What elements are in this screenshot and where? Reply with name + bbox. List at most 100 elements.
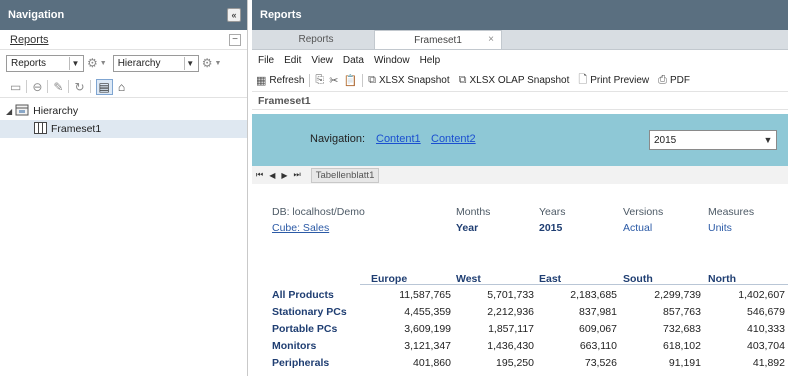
report-view-icon[interactable]: ▤ (95, 78, 113, 95)
cut-icon[interactable]: ✂ (329, 74, 338, 87)
refresh-icon: ▦ (256, 75, 267, 87)
table-cell: 410,333 (747, 323, 785, 335)
frameset-icon (34, 121, 47, 137)
copy-icon[interactable]: ⎘ (315, 74, 324, 87)
table-cell: 5,701,733 (487, 289, 534, 301)
edit-icon[interactable]: ✎ (53, 80, 63, 94)
minimize-section-button[interactable]: − (229, 33, 241, 46)
table-cell: 546,679 (747, 306, 785, 318)
close-icon[interactable]: × (488, 34, 494, 45)
dim-value-years[interactable]: 2015 (539, 222, 562, 234)
navigation-header: Navigation « (0, 0, 247, 30)
hierarchy-select[interactable]: Hierarchy ▼ (112, 54, 199, 72)
table-cell: 11,587,765 (399, 289, 451, 301)
next-sheet-icon[interactable]: ▶ (281, 171, 287, 180)
toolbar-separator (89, 80, 91, 93)
row-label[interactable]: Stationary PCs (272, 306, 347, 318)
content1-link[interactable]: Content1 (376, 133, 421, 145)
menu-edit[interactable]: Edit (284, 55, 301, 66)
xlsx-snapshot-button[interactable]: ⧉ XLSX Snapshot (368, 74, 449, 87)
refresh-icon[interactable]: ↻ (74, 80, 84, 94)
pdf-label: PDF (669, 75, 690, 86)
gear-icon[interactable]: ⚙ (202, 56, 213, 70)
row-label[interactable]: All Products (272, 289, 334, 301)
toolbar-separator (47, 80, 49, 93)
print-preview-icon: 🗋 (578, 74, 588, 86)
tab-label: Frameset1 (414, 34, 462, 46)
last-sheet-icon[interactable]: ⏭ (294, 170, 301, 180)
table-cell: 1,436,430 (487, 340, 534, 352)
table-cell: 663,110 (579, 340, 617, 352)
tree-item-hierarchy[interactable]: ◢ Hierarchy (0, 102, 247, 120)
frame-navigation-label: Navigation: (310, 133, 366, 145)
tree-item-frameset1[interactable]: Frameset1 (0, 120, 247, 138)
header-underline (360, 284, 788, 285)
year-select[interactable]: 2015 ▼ (649, 130, 777, 150)
table-cell: 403,704 (747, 340, 785, 352)
report-toolbar: ▦ Refresh ⎘ ✂ 📋 ⧉ XLSX Snapshot ⧉ XLSX O… (252, 70, 788, 92)
table-cell: 91,191 (668, 357, 701, 369)
delete-icon[interactable]: ⊖ (32, 80, 42, 94)
toolbar-separator (309, 74, 311, 87)
toolbar-separator (68, 80, 70, 93)
content2-link[interactable]: Content2 (431, 133, 476, 145)
reports-title: Reports (260, 9, 302, 21)
cube-link[interactable]: Cube: Sales (272, 222, 329, 234)
table-cell: 401,860 (413, 357, 451, 369)
reports-select-value: Reports (11, 57, 47, 69)
table-cell: 3,121,347 (404, 340, 451, 352)
hierarchy-icon (15, 104, 29, 119)
navigation-selectors: Reports ▼ ⚙ ▼ Hierarchy ▼ ⚙ ▼ (0, 50, 247, 76)
paste-icon[interactable]: 📋 (343, 74, 357, 87)
row-label[interactable]: Monitors (272, 340, 316, 352)
row-label[interactable]: Peripherals (272, 357, 329, 369)
navigation-toolbar: ▭ ⊖ ✎ ↻ ▤ ⌂ (0, 76, 247, 98)
table-row: Peripherals 401,860 195,250 73,526 91,19… (252, 355, 788, 372)
snapshot-icon: ⧉ (368, 74, 377, 86)
reports-section-header: Reports − (0, 30, 247, 50)
refresh-button[interactable]: ▦ Refresh (256, 74, 304, 87)
tab-reports[interactable]: Reports (258, 30, 374, 49)
table-cell: 732,683 (663, 323, 701, 335)
expand-triangle-icon[interactable]: ◢ (6, 107, 12, 116)
collapse-panel-button[interactable]: « (227, 8, 241, 22)
table-cell: 41,892 (752, 357, 785, 369)
gear-icon[interactable]: ⚙ (87, 56, 98, 70)
reports-header: Reports (252, 0, 788, 30)
tab-frameset1[interactable]: Frameset1 × (374, 30, 502, 49)
menu-file[interactable]: File (258, 55, 274, 66)
dim-value-measures[interactable]: Units (708, 222, 732, 234)
previous-sheet-icon[interactable]: ◀ (269, 171, 275, 180)
print-preview-button[interactable]: 🗋 Print Preview (578, 71, 649, 90)
pdf-button[interactable]: ⎙ PDF (658, 74, 690, 87)
olap-snapshot-icon: ⧉ (458, 74, 467, 86)
dim-name-months: Months (456, 206, 491, 218)
menu-data[interactable]: Data (343, 55, 364, 66)
dim-value-versions[interactable]: Actual (623, 222, 652, 234)
dim-value-months[interactable]: Year (456, 222, 478, 234)
xlsx-olap-snapshot-label: XLSX OLAP Snapshot (469, 75, 570, 86)
xlsx-snapshot-label: XLSX Snapshot (379, 75, 450, 86)
menu-window[interactable]: Window (374, 55, 410, 66)
toolbar-separator (26, 80, 28, 93)
caret-down-icon[interactable]: ▼ (214, 60, 221, 67)
row-label[interactable]: Portable PCs (272, 323, 337, 335)
table-cell: 618,102 (663, 340, 701, 352)
dim-name-measures: Measures (708, 206, 755, 218)
menu-view[interactable]: View (311, 55, 333, 66)
sheet-tab-bar: ⏮ ◀ ▶ ⏭ Tabellenblatt1 (252, 166, 788, 184)
menu-help[interactable]: Help (420, 55, 441, 66)
chevron-down-icon: ▼ (69, 56, 81, 70)
sheet-tab-tabellenblatt1[interactable]: Tabellenblatt1 (310, 167, 380, 183)
table-cell: 195,250 (496, 357, 534, 369)
caret-down-icon[interactable]: ▼ (100, 60, 107, 67)
first-sheet-icon[interactable]: ⏮ (256, 170, 263, 180)
xlsx-olap-snapshot-button[interactable]: ⧉ XLSX OLAP Snapshot (459, 74, 570, 87)
reports-section-label[interactable]: Reports (10, 34, 49, 46)
new-folder-icon[interactable]: ▭ (10, 80, 21, 94)
home-icon[interactable]: ⌂ (118, 80, 125, 94)
year-select-value: 2015 (654, 134, 677, 146)
reports-area: Reports Reports Frameset1 × File Edit Vi… (252, 0, 788, 376)
reports-select[interactable]: Reports ▼ (6, 54, 84, 72)
tab-label: Reports (298, 34, 334, 45)
